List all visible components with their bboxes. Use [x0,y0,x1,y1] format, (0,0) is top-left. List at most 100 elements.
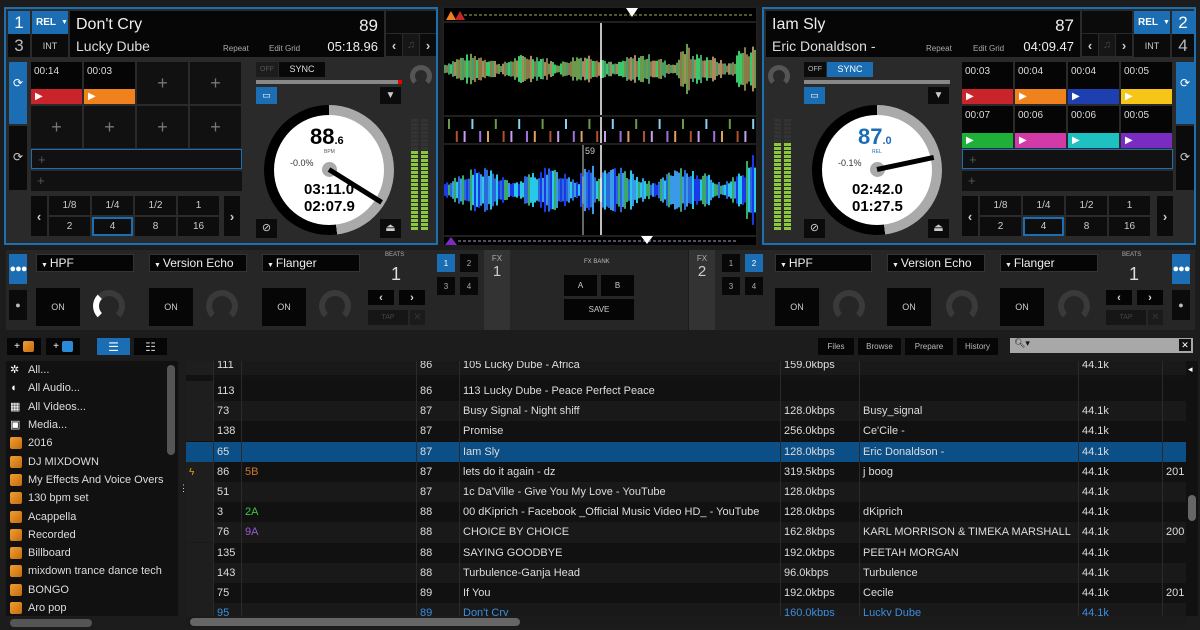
jog-wheel[interactable]: 87.0 REL -0.1% 02:42.0 01:27.5 [812,105,942,235]
hot-cue-pad[interactable]: + [137,62,188,104]
search-field[interactable] [1032,338,1172,353]
close-icon[interactable]: ✕ [410,310,425,325]
hot-cue-pad[interactable]: 00:14 ▶ [31,62,82,104]
tap-button[interactable]: TAP [1106,310,1146,325]
loop-size-button[interactable]: 1/2 [1066,196,1107,215]
sidebar-item[interactable]: 130 bpm set [6,489,178,507]
hot-cue-pad[interactable]: + [137,106,188,148]
deck1-waveform[interactable] [444,23,756,115]
browser-tab-prepare[interactable]: Prepare [905,338,953,355]
fx-unit-button-4[interactable]: 4 [745,277,763,295]
fx-slot-1-knob[interactable] [93,290,125,322]
hot-cue-play-bar[interactable]: ▶ [31,89,82,104]
sidebar-item[interactable]: ▣ Media... [6,416,178,434]
hot-cue-pad[interactable]: 00:06 ▶ [1068,106,1119,148]
gain-knob[interactable] [410,65,432,87]
hot-cue-pad[interactable]: 00:04 ▶ [1068,62,1119,104]
table-row[interactable]: 65 87 Iam Sly 128.0kbps Eric Donaldson - 44.1… [186,441,1186,462]
fx-slot-3-on-button[interactable]: ON [1000,288,1044,326]
loop-size-button[interactable]: 1 [1109,196,1150,215]
fx-unit-button-3[interactable]: 3 [437,277,455,295]
key-lock-icon[interactable]: ▭ [804,87,825,104]
filter-icon[interactable]: ▼ [928,87,949,104]
loop-size-button[interactable]: 1/2 [135,196,176,215]
sync-off-button[interactable]: OFF [804,62,826,77]
browser-tab-history[interactable]: History [957,338,998,355]
table-row[interactable]: 135 88 SAYING GOODBYE 192.0kbps PEETAH MORGA… [186,542,1186,563]
fx-slot-1-on-button[interactable]: ON [36,288,80,326]
table-row[interactable]: 113 86 113 Lucky Dube - Peace Perfect Peac… [186,381,1186,402]
hot-cue-play-bar[interactable]: ▶ [1068,133,1119,148]
loop-size-button[interactable]: 1/4 [92,196,133,215]
tap-button[interactable]: TAP [368,310,408,325]
hscrollbar-thumb[interactable] [190,618,520,626]
next-button[interactable]: › [1116,34,1132,56]
loop-size-button[interactable]: 16 [178,217,219,236]
pitch-slider[interactable] [256,80,402,84]
loop-size-button[interactable]: 1/8 [49,196,90,215]
detail-view-button[interactable]: ☷ [134,338,167,355]
sidebar-item[interactable]: ◖ All Audio... [6,379,178,397]
loop-size-button[interactable]: 4 [92,217,133,236]
pitch-slider[interactable] [804,80,950,84]
beats-next-button[interactable]: › [1137,290,1163,305]
hot-cue-play-bar[interactable]: ▶ [1121,89,1172,104]
jog-wheel[interactable]: 88.6 BPM -0.0% 03:11.0 02:07.9 [264,105,394,235]
repeat-button[interactable]: Repeat [926,44,952,53]
loop-size-button[interactable]: 1/4 [1023,196,1064,215]
scroll-left-icon[interactable]: ◂ [1188,365,1196,374]
deck2-overview-waveform[interactable] [444,236,756,245]
hot-cue-pad[interactable]: + [190,106,241,148]
beats-next-button[interactable]: › [399,290,425,305]
hot-cue-play-bar[interactable]: ▶ [1015,89,1066,104]
loop-size-button[interactable]: 4 [1023,217,1064,236]
key-lock-icon[interactable]: ▭ [256,87,277,104]
browser-tab-files[interactable]: Files [818,338,854,355]
add-smart-folder-button[interactable]: + [46,338,80,355]
sync-button[interactable]: SYNC [827,62,873,77]
splitter-handle[interactable]: ⋮ [179,484,188,505]
sidebar-item[interactable]: My Effects And Voice Overs [6,471,178,489]
list-view-button[interactable]: ☰ [97,338,130,355]
sidebar-item[interactable]: Billboard [6,544,178,562]
sidebar-hscrollbar[interactable] [10,619,92,627]
loop-size-button[interactable]: 2 [980,217,1021,236]
sidebar-item[interactable]: mixdown trance dance tech [6,562,178,580]
loop-next-button[interactable]: › [1157,196,1173,236]
deck-number-button[interactable]: 1 [8,11,30,34]
table-row[interactable]: 111 86 105 Lucky Dube - Africa 159.0kbps 44.… [186,361,1186,376]
fx-slot-2-select[interactable]: ▼ Version Echo [887,254,985,272]
int-button[interactable]: INT [32,34,68,57]
fx-slot-2-knob[interactable] [946,290,978,322]
alt-deck-number-button[interactable]: 3 [8,34,30,57]
saved-loop-slot-1[interactable]: + [31,149,242,169]
table-row[interactable]: 75 89 If You 192.0kbps Cecile 44.1k 201 [186,583,1186,604]
loop-size-button[interactable]: 16 [1109,217,1150,236]
table-row[interactable]: 95 89 Don't Cry 160.0kbps Lucky Dube 44.1k [186,603,1186,616]
search-input[interactable]: 🔍︎▾ ✕ [1010,338,1193,353]
hot-cue-play-bar[interactable]: ▶ [962,133,1013,148]
fx-slot-1-select[interactable]: ▼ HPF [36,254,134,272]
tempo-reset-icon[interactable]: ⊘ [804,219,825,238]
sidebar-item[interactable]: ✲ All... [6,361,178,379]
loop-mode-button[interactable]: ⟳ [1176,126,1194,190]
sidebar-item[interactable]: Acappella [6,507,178,525]
hot-cue-play-bar[interactable]: ▶ [962,89,1013,104]
fx-slot-1-knob[interactable] [833,290,865,322]
close-icon[interactable]: ✕ [1148,310,1163,325]
table-row[interactable]: 51 87 1c Da'Ville - Give You My Love - You… [186,482,1186,503]
eject-icon[interactable]: ⏏ [380,219,401,238]
table-row[interactable]: ϟ 86 5B 87 lets do it again - dz 319.5kbps j b… [186,461,1186,482]
fx-slot-3-select[interactable]: ▼ Flanger [262,254,360,272]
filter-icon[interactable]: ▼ [380,87,401,104]
deck2-waveform[interactable]: 59 [444,145,756,235]
fx-slot-3-knob[interactable] [1058,290,1090,322]
table-row[interactable]: 76 9A 88 CHOICE BY CHOICE 162.8kbps KARL MORR… [186,522,1186,543]
prev-button[interactable]: ‹ [1082,34,1098,56]
table-row[interactable]: 73 87 Busy Signal - Night shiff 128.0kbps Bu… [186,401,1186,422]
repeat-button[interactable]: Repeat [223,44,249,53]
loop-size-button[interactable]: 2 [49,217,90,236]
saved-loop-slot-2[interactable]: + [31,171,242,191]
browser-tab-browse[interactable]: Browse [858,338,901,355]
fx-options-button[interactable]: ●●● [9,254,27,284]
